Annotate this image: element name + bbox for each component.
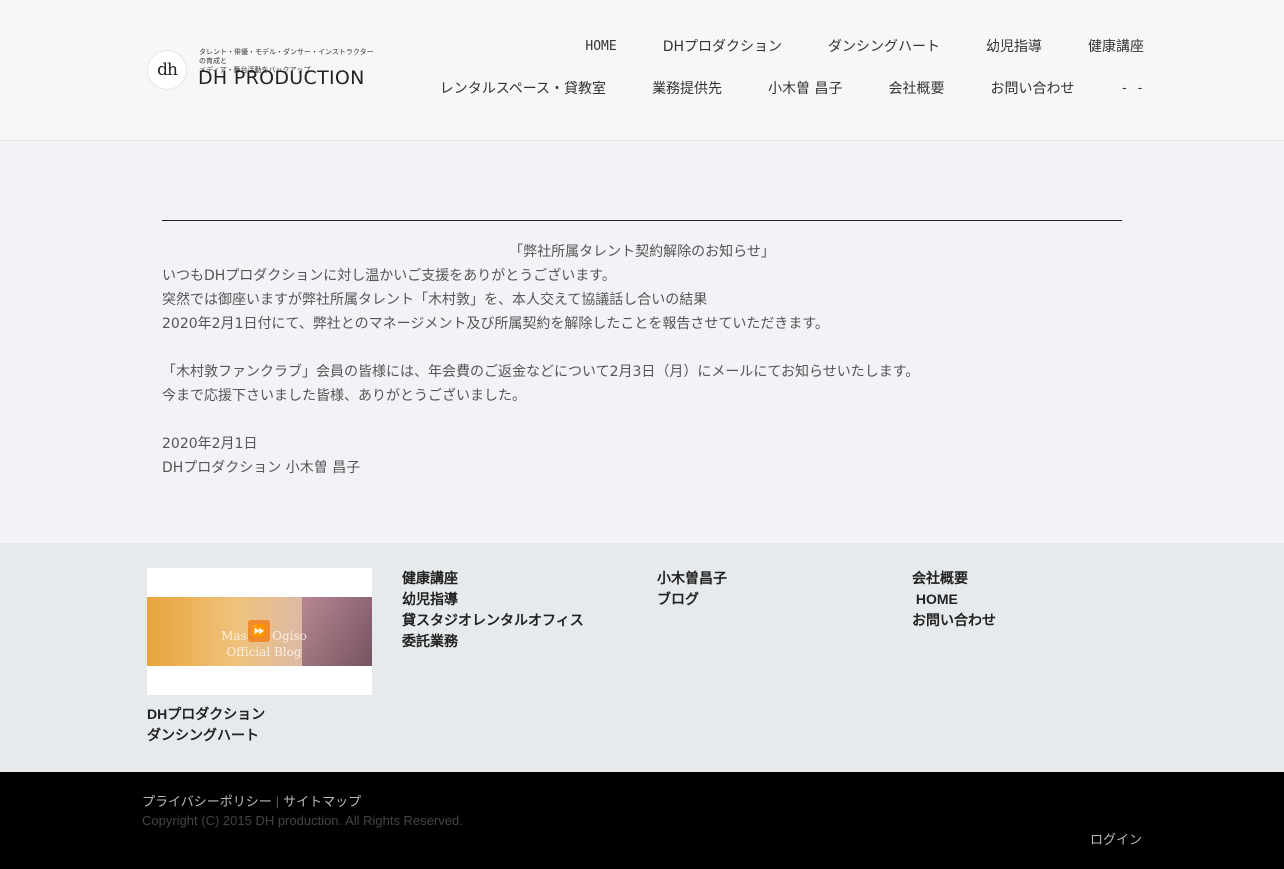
- nav-company-profile[interactable]: 会社概要: [889, 80, 945, 98]
- notice-line: 「木村敦ファンクラブ」会員の皆様には、年会費のご返金などについて2月3日（月）に…: [162, 364, 920, 380]
- notice-title: 「弊社所属タレント契約解除のお知らせ」: [509, 244, 775, 260]
- main-nav-row-2: レンタルスペース・貸教室 業務提供先 小木曽 昌子 会社概要 お問い合わせ - …: [394, 80, 1144, 98]
- footer-link-masako-ogiso[interactable]: 小木曽昌子: [657, 568, 727, 589]
- footer-link-rental-studio[interactable]: 貸スタジオレンタルオフィス: [402, 610, 584, 631]
- divider: [162, 220, 1122, 221]
- footer-col-4: 会社概要 HOME お問い合わせ: [912, 568, 996, 631]
- footer-link-health-course[interactable]: 健康講座: [402, 568, 584, 589]
- legal-links: プライバシーポリシー | サイトマップ: [142, 793, 361, 811]
- footer-col-1: DHプロダクション ダンシングハート: [147, 704, 265, 746]
- notice-line: 今まで応援下さいました皆様、ありがとうございました。: [162, 388, 526, 404]
- footer-links: Masako Ogiso Official Blog ⏩ DHプロダクション ダ…: [0, 543, 1284, 772]
- logo-mark: dh: [147, 50, 187, 90]
- privacy-policy-link[interactable]: プライバシーポリシー: [142, 794, 272, 809]
- footer-col-3: 小木曽昌子 ブログ: [657, 568, 727, 610]
- logo-name: DH PRODUCTION: [198, 67, 365, 89]
- site-header: dh タレント・俳優・モデル・ダンサー・インストラクターの育成と メディア・舞台…: [0, 0, 1284, 141]
- nav-dh-production[interactable]: DHプロダクション: [663, 38, 782, 56]
- login-link[interactable]: ログイン: [1090, 831, 1142, 849]
- banner-image: Masako Ogiso Official Blog ⏩: [147, 597, 372, 666]
- notice-line: いつもDHプロダクションに対し温かいご支援をありがとうございます。: [162, 268, 616, 284]
- fast-forward-icon: ⏩: [248, 620, 270, 642]
- site-logo[interactable]: dh タレント・俳優・モデル・ダンサー・インストラクターの育成と メディア・舞台…: [147, 48, 377, 92]
- notice-signature: DHプロダクション 小木曽 昌子: [162, 460, 361, 476]
- main-content: 「弊社所属タレント契約解除のお知らせ」 いつもDHプロダクションに対し温かいご支…: [162, 220, 1122, 480]
- link-separator: |: [275, 794, 280, 809]
- footer-link-contact[interactable]: お問い合わせ: [912, 610, 996, 631]
- footer-link-consignment[interactable]: 委託業務: [402, 631, 584, 652]
- nav-masako-ogiso[interactable]: 小木曽 昌子: [768, 80, 842, 98]
- footer-link-dancing-heart[interactable]: ダンシングハート: [147, 725, 265, 746]
- nav-dancing-heart[interactable]: ダンシングハート: [828, 38, 940, 56]
- notice-date: 2020年2月1日: [162, 436, 258, 452]
- copyright: Copyright (C) 2015 DH production. All Ri…: [142, 813, 463, 828]
- blog-banner[interactable]: Masako Ogiso Official Blog ⏩: [147, 568, 372, 695]
- notice-line: 突然では御座いますが弊社所属タレント「木村敦」を、本人交えて協議話し合いの結果: [162, 292, 708, 308]
- nav-home[interactable]: HOME: [585, 38, 616, 56]
- sitemap-link[interactable]: サイトマップ: [283, 794, 361, 809]
- footer-link-child-instruction[interactable]: 幼児指導: [402, 589, 584, 610]
- nav-contact[interactable]: お問い合わせ: [991, 80, 1075, 98]
- main-nav-row-1: HOME DHプロダクション ダンシングハート 幼児指導 健康講座: [539, 38, 1144, 56]
- nav-business-partners[interactable]: 業務提供先: [652, 80, 722, 98]
- footer-link-home[interactable]: HOME: [912, 589, 996, 610]
- bottom-bar: プライバシーポリシー | サイトマップ Copyright (C) 2015 DH …: [0, 772, 1284, 869]
- nav-rental-space[interactable]: レンタルスペース・貸教室: [440, 80, 606, 98]
- nav-more[interactable]: - -: [1121, 80, 1144, 98]
- footer-col-2: 健康講座 幼児指導 貸スタジオレンタルオフィス 委託業務: [402, 568, 584, 652]
- nav-health-course[interactable]: 健康講座: [1088, 38, 1144, 56]
- notice-line: 2020年2月1日付にて、弊社とのマネージメント及び所属契約を解除したことを報告…: [162, 316, 829, 332]
- footer-link-company-profile[interactable]: 会社概要: [912, 568, 996, 589]
- nav-child-instruction[interactable]: 幼児指導: [986, 38, 1042, 56]
- footer-link-dh-production[interactable]: DHプロダクション: [147, 704, 265, 725]
- footer-link-blog[interactable]: ブログ: [657, 589, 727, 610]
